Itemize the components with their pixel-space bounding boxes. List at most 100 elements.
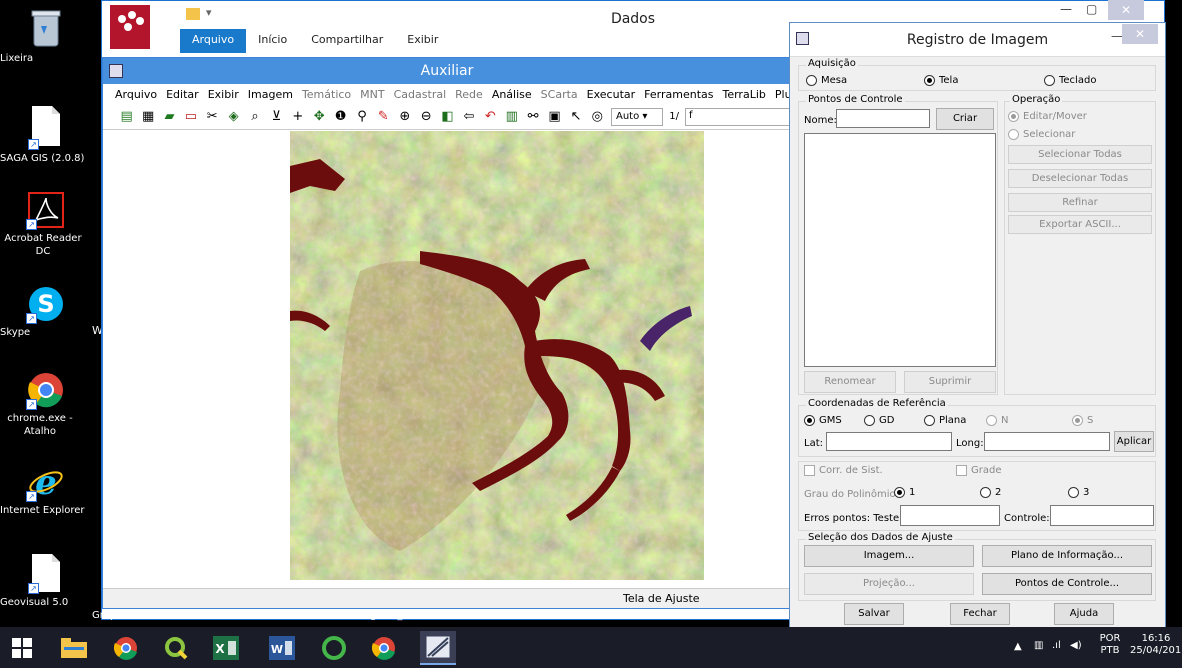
radio-editar-mover[interactable]: Editar/Mover [1008, 111, 1087, 122]
radio-grau-1[interactable]: 1 [894, 487, 915, 498]
registro-close-icon[interactable]: ✕ [1122, 24, 1158, 44]
menu-arquivo[interactable]: Arquivo [115, 88, 157, 101]
radio-grau-2[interactable]: 2 [980, 487, 1001, 498]
desktop-icon-ie[interactable]: e ↗ Internet Explorer [0, 463, 92, 516]
palette-icon[interactable]: ◎ [590, 109, 605, 125]
radio-teclado[interactable]: Teclado [1044, 75, 1096, 86]
menu-mnt[interactable]: MNT [360, 88, 384, 101]
select-icon[interactable]: ⚲ [354, 109, 369, 125]
table-icon[interactable]: ▣ [547, 109, 562, 125]
desktop-icon-recycle-bin[interactable]: Lixeira [0, 8, 92, 64]
projecao-button[interactable]: Projeção... [804, 573, 974, 595]
volume-icon[interactable]: ◀) [1070, 640, 1082, 652]
suprimir-button[interactable]: Suprimir [904, 371, 996, 393]
imagem-button[interactable]: Imagem... [804, 545, 974, 567]
nome-input[interactable] [836, 109, 930, 128]
corr-sist-checkbox[interactable]: Corr. de Sist. [804, 465, 883, 476]
chart-icon[interactable]: ▥ [504, 109, 519, 125]
ribbon-tab-exibir[interactable]: Exibir [395, 29, 450, 53]
salvar-button[interactable]: Salvar [844, 603, 904, 625]
cross-icon[interactable]: + [290, 109, 305, 125]
controle-input[interactable] [1050, 505, 1154, 526]
auxiliar-window[interactable]: Auxiliar Arquivo Editar Exibir Imagem Te… [102, 57, 814, 609]
radio-gd[interactable]: GD [864, 415, 894, 426]
menu-analise[interactable]: Análise [492, 88, 532, 101]
long-input[interactable] [984, 432, 1110, 451]
menu-rede[interactable]: Rede [455, 88, 483, 101]
menu-editar[interactable]: Editar [166, 88, 199, 101]
grade-checkbox[interactable]: Grade [956, 465, 1002, 476]
menu-tematico[interactable]: Temático [302, 88, 351, 101]
desktop-icon-skype[interactable]: S ↗ Skype [0, 286, 92, 338]
erros-teste-input[interactable] [900, 505, 1000, 526]
auxiliar-titlebar[interactable]: Auxiliar [103, 58, 791, 84]
minimize-icon[interactable]: — [1060, 2, 1072, 16]
radio-plana[interactable]: Plana [924, 415, 966, 426]
exportar-ascii-button[interactable]: Exportar ASCII... [1008, 215, 1152, 234]
fechar-button[interactable]: Fechar [950, 603, 1010, 625]
registro-window[interactable]: Registro de Imagem — ▢ Aquisição Mesa Te… [789, 22, 1166, 634]
network-icon[interactable]: ▥ [1034, 640, 1043, 652]
clock[interactable]: 16:16 25/04/2017 [1130, 633, 1182, 657]
registro-titlebar[interactable]: Registro de Imagem — ▢ [790, 23, 1165, 57]
cut-icon[interactable]: ✂ [205, 109, 220, 125]
pan-icon[interactable]: ✥ [312, 109, 327, 125]
desktop-icon-geovisual[interactable]: ↗ Geovisual 5.0 [0, 554, 92, 608]
desktop-icon-chrome[interactable]: ↗ chrome.exe - Atalho [0, 372, 92, 437]
ribbon-tab-arquivo[interactable]: Arquivo [180, 29, 247, 53]
menu-scarta[interactable]: SCarta [541, 88, 578, 101]
criar-button[interactable]: Criar [936, 108, 994, 130]
zoom-out-icon[interactable]: ⊖ [418, 109, 433, 125]
draw-polygon-icon[interactable]: ▰ [162, 109, 177, 125]
pencil-icon[interactable]: ✎ [376, 109, 391, 125]
menu-ferramentas[interactable]: Ferramentas [644, 88, 713, 101]
ajuda-button[interactable]: Ajuda [1054, 603, 1114, 625]
radio-n[interactable]: N [986, 415, 1008, 426]
lat-input[interactable] [826, 432, 952, 451]
taskbar-spring[interactable] [420, 631, 456, 665]
taskbar-chrome-2[interactable] [366, 631, 402, 665]
radio-gms[interactable]: GMS [804, 415, 842, 426]
search-icon[interactable]: ⌕ [247, 109, 262, 125]
tray-arrow-icon[interactable]: ▲ [1014, 641, 1022, 653]
zoom-scale-icon[interactable]: ⚯ [525, 109, 540, 125]
taskbar-qgis[interactable] [158, 631, 194, 665]
cursor-icon[interactable]: ↖ [568, 109, 583, 125]
map-icon[interactable]: ◈ [226, 109, 241, 125]
deselecionar-todas-button[interactable]: Deselecionar Todas [1008, 169, 1152, 188]
menu-cadastral[interactable]: Cadastral [394, 88, 447, 101]
map-canvas[interactable] [104, 131, 790, 587]
menu-imagem[interactable]: Imagem [248, 88, 293, 101]
desktop-icon-saga[interactable]: ↗ SAGA GIS (2.0.8) [0, 106, 92, 164]
taskbar-explorer[interactable] [56, 631, 92, 665]
ribbon-tab-compartilhar[interactable]: Compartilhar [299, 29, 395, 53]
taskbar-word[interactable]: W [264, 631, 300, 665]
maximize-icon[interactable]: ▢ [1086, 2, 1097, 16]
window-icon[interactable]: ▭ [183, 109, 198, 125]
pointer-icon[interactable]: ⊻ [269, 109, 284, 125]
plano-informacao-button[interactable]: Plano de Informação... [982, 545, 1152, 567]
menu-terralib[interactable]: TerraLib [722, 88, 765, 101]
taskbar-circle-app[interactable] [316, 631, 352, 665]
aplicar-button[interactable]: Aplicar [1114, 431, 1154, 452]
grid-icon[interactable]: ▦ [140, 109, 155, 125]
close-icon[interactable]: ✕ [1108, 0, 1144, 20]
desktop-icon-acrobat[interactable]: ↗ Acrobat Reader DC [0, 192, 92, 257]
menu-executar[interactable]: Executar [587, 88, 636, 101]
layers-icon[interactable]: ▤ [119, 109, 134, 125]
zoom-in-icon[interactable]: ⊕ [397, 109, 412, 125]
radio-tela[interactable]: Tela [924, 75, 958, 86]
refinar-button[interactable]: Refinar [1008, 193, 1152, 212]
taskbar-chrome[interactable] [108, 631, 144, 665]
ribbon-tab-inicio[interactable]: Início [246, 29, 299, 53]
back-icon[interactable]: ⇦ [461, 109, 476, 125]
start-button[interactable] [4, 631, 40, 665]
radio-mesa[interactable]: Mesa [806, 75, 847, 86]
taskbar-excel[interactable]: X [208, 631, 244, 665]
pontos-controle-button[interactable]: Pontos de Controle... [982, 573, 1152, 595]
radio-grau-3[interactable]: 3 [1068, 487, 1089, 498]
undo-icon[interactable]: ↶ [483, 109, 498, 125]
info-icon[interactable]: ❶ [333, 109, 348, 125]
pontos-list[interactable] [804, 133, 996, 367]
zoom-area-icon[interactable]: ◧ [440, 109, 455, 125]
